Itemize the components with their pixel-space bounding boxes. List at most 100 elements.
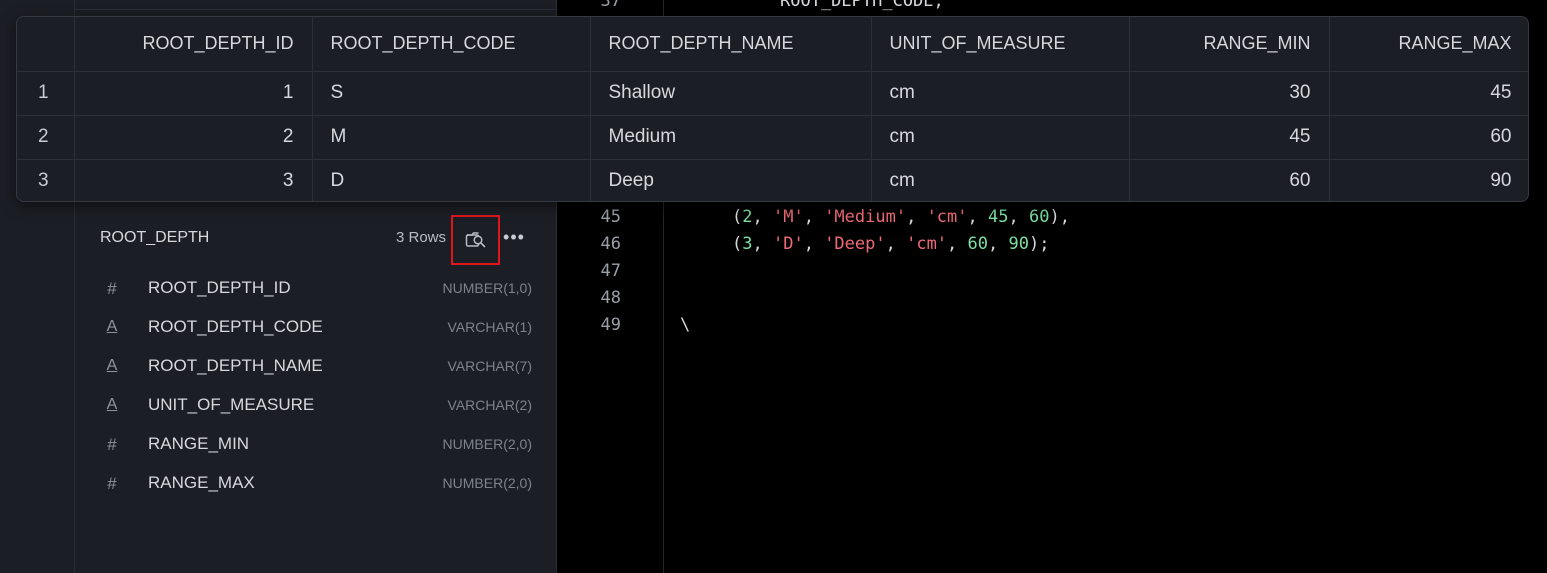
- table-row[interactable]: 2 2 M Medium cm 45 60: [17, 115, 1528, 160]
- table-cell[interactable]: Deep: [590, 159, 872, 201]
- table-header-row: ROOT_DEPTH_ID ROOT_DEPTH_CODE ROOT_DEPTH…: [17, 17, 1528, 72]
- column-header[interactable]: [17, 17, 75, 72]
- column-type: VARCHAR(1): [447, 319, 532, 335]
- text-icon: A: [106, 396, 118, 413]
- code-token: ),: [1049, 207, 1070, 227]
- code-token: 'M': [772, 207, 804, 227]
- code-token: 45: [988, 207, 1009, 227]
- column-item[interactable]: # RANGE_MIN NUMBER(2,0): [100, 432, 540, 462]
- row-index: 2: [17, 115, 75, 160]
- code-token: ,: [967, 207, 988, 227]
- code-token: ,: [752, 207, 773, 227]
- code-line[interactable]: (3, 'D', 'Deep', 'cm', 60, 90);: [732, 234, 1049, 254]
- column-type: VARCHAR(7): [447, 358, 532, 374]
- results-preview-panel: ROOT_DEPTH_ID ROOT_DEPTH_CODE ROOT_DEPTH…: [16, 16, 1529, 202]
- column-name: ROOT_DEPTH_ID: [148, 278, 291, 297]
- code-line[interactable]: \: [680, 315, 690, 335]
- number-icon: #: [107, 474, 117, 493]
- row-index: 3: [17, 159, 75, 201]
- results-table: ROOT_DEPTH_ID ROOT_DEPTH_CODE ROOT_DEPTH…: [17, 17, 1528, 201]
- table-name[interactable]: ROOT_DEPTH: [100, 229, 209, 247]
- table-cell[interactable]: D: [312, 159, 591, 201]
- column-item[interactable]: # ROOT_DEPTH_ID NUMBER(1,0): [100, 276, 540, 306]
- table-cell[interactable]: S: [312, 71, 591, 116]
- column-item[interactable]: # RANGE_MAX NUMBER(2,0): [100, 471, 540, 501]
- line-number: 49: [600, 315, 621, 335]
- table-cell[interactable]: M: [312, 115, 591, 160]
- code-token: 'Medium': [824, 207, 907, 227]
- text-icon: A: [106, 318, 118, 335]
- code-token: 3: [742, 234, 753, 254]
- code-token: (: [732, 234, 743, 254]
- column-header[interactable]: ROOT_DEPTH_CODE: [312, 17, 591, 72]
- code-token: ,: [803, 207, 825, 227]
- column-name: RANGE_MIN: [148, 434, 250, 453]
- table-cell[interactable]: cm: [871, 159, 1130, 201]
- line-number: 47: [600, 261, 621, 281]
- table-cell[interactable]: 60: [1129, 159, 1330, 201]
- line-number: 45: [600, 207, 621, 227]
- code-token: 'cm': [906, 234, 948, 254]
- code-line[interactable]: ROOT_DEPTH_CODE,: [780, 0, 944, 11]
- code-token: ,: [1008, 207, 1029, 227]
- code-token: );: [1028, 234, 1050, 254]
- column-item[interactable]: A ROOT_DEPTH_NAME VARCHAR(7): [100, 354, 540, 384]
- text-icon: A: [106, 357, 118, 374]
- row-index: 1: [17, 71, 75, 116]
- column-type: VARCHAR(2): [447, 397, 532, 413]
- column-type: NUMBER(2,0): [442, 436, 532, 452]
- table-cell[interactable]: 3: [74, 159, 313, 201]
- column-header[interactable]: UNIT_OF_MEASURE: [871, 17, 1130, 72]
- table-row[interactable]: 1 1 S Shallow cm 30 45: [17, 71, 1528, 116]
- column-header[interactable]: ROOT_DEPTH_NAME: [590, 17, 872, 72]
- column-type: NUMBER(2,0): [442, 475, 532, 491]
- magnify-preview-icon: [465, 232, 485, 248]
- line-number: 46: [600, 234, 621, 254]
- table-row[interactable]: 3 3 D Deep cm 60 90: [17, 159, 1528, 201]
- row-count-label: 3 Rows: [396, 229, 447, 246]
- column-name: ROOT_DEPTH_NAME: [148, 356, 323, 375]
- code-token: 'D': [772, 234, 804, 254]
- code-line[interactable]: (2, 'M', 'Medium', 'cm', 45, 60),: [732, 207, 1070, 227]
- table-cell[interactable]: cm: [871, 71, 1130, 116]
- table-cell[interactable]: 60: [1329, 115, 1528, 160]
- table-cell[interactable]: 30: [1129, 71, 1330, 116]
- code-token: ,: [752, 234, 773, 254]
- code-token: 60: [1028, 207, 1050, 227]
- column-item[interactable]: A UNIT_OF_MEASURE VARCHAR(2): [100, 393, 540, 423]
- column-name: UNIT_OF_MEASURE: [148, 395, 315, 414]
- table-cell[interactable]: Shallow: [590, 71, 872, 116]
- more-options-button[interactable]: •••: [503, 226, 525, 248]
- line-number: 48: [600, 288, 621, 308]
- code-token: 2: [742, 207, 753, 227]
- table-cell[interactable]: 45: [1329, 71, 1528, 116]
- table-cell[interactable]: cm: [871, 115, 1130, 160]
- column-header[interactable]: ROOT_DEPTH_ID: [74, 17, 313, 72]
- column-name: RANGE_MAX: [148, 473, 255, 492]
- code-token: ,: [803, 234, 825, 254]
- sidebar-divider: [75, 0, 557, 10]
- table-cell[interactable]: 90: [1329, 159, 1528, 201]
- ellipsis-icon: •••: [503, 226, 525, 247]
- preview-data-button[interactable]: [451, 215, 500, 265]
- number-icon: #: [107, 435, 117, 454]
- code-token: 'cm': [926, 207, 968, 227]
- code-token: ,: [947, 234, 968, 254]
- table-cell[interactable]: 45: [1129, 115, 1330, 160]
- code-token: ,: [885, 234, 907, 254]
- code-token: 60: [967, 234, 989, 254]
- code-token: ,: [988, 234, 1009, 254]
- table-cell[interactable]: 2: [74, 115, 313, 160]
- column-type: NUMBER(1,0): [442, 280, 532, 296]
- line-number: 37: [600, 0, 621, 11]
- code-token: ,: [906, 207, 927, 227]
- table-cell[interactable]: 1: [74, 71, 313, 116]
- table-cell[interactable]: Medium: [590, 115, 872, 160]
- code-token: 'Deep': [824, 234, 886, 254]
- code-token: 90: [1008, 234, 1029, 254]
- column-name: ROOT_DEPTH_CODE: [148, 317, 323, 336]
- number-icon: #: [107, 279, 117, 298]
- column-header[interactable]: RANGE_MIN: [1129, 17, 1330, 72]
- column-header[interactable]: RANGE_MAX: [1329, 17, 1528, 72]
- column-item[interactable]: A ROOT_DEPTH_CODE VARCHAR(1): [100, 315, 540, 345]
